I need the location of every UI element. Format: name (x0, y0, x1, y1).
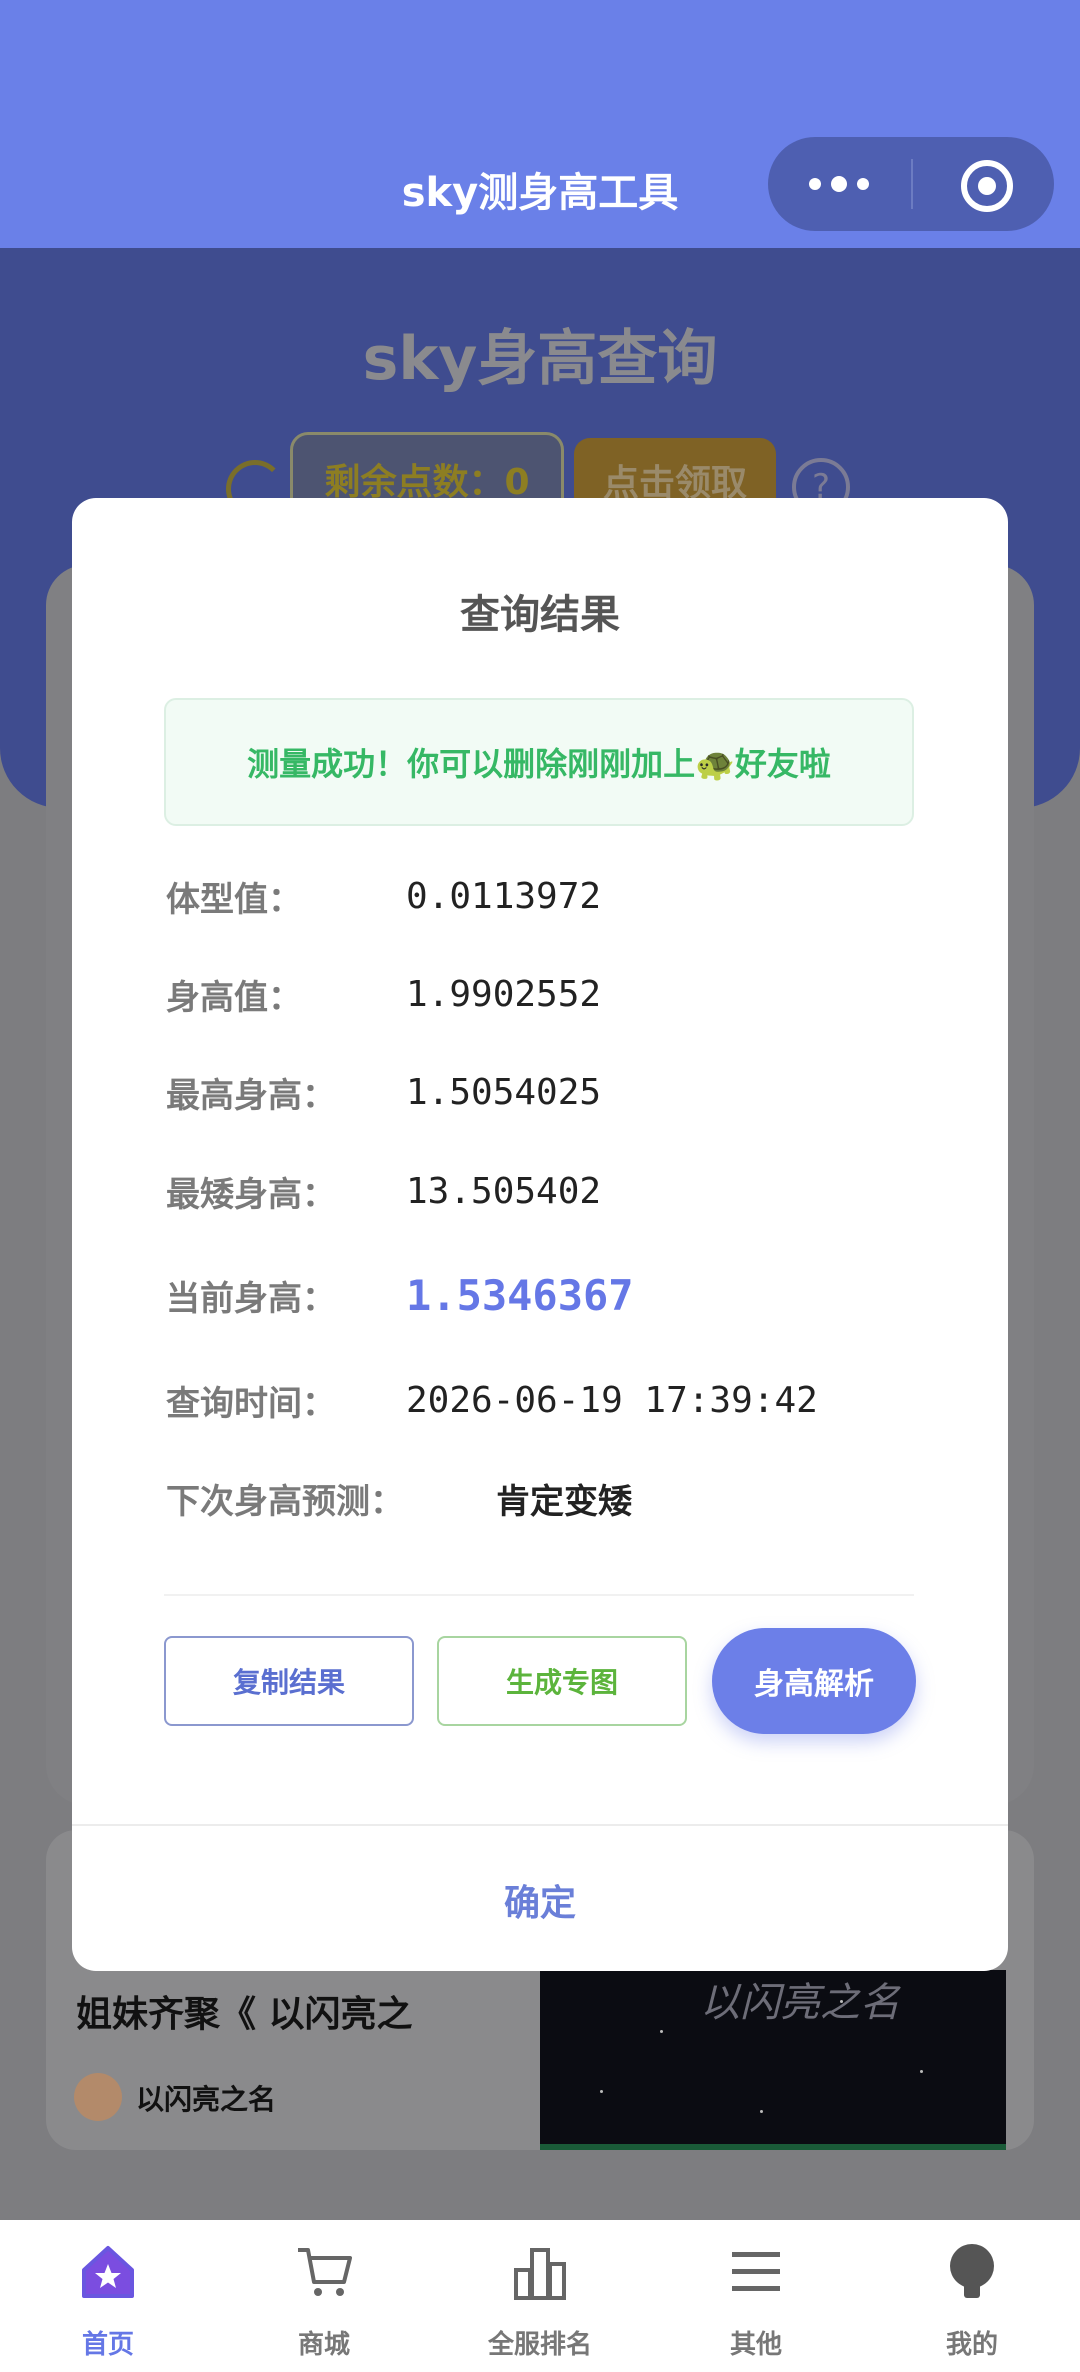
field-label: 下次身高预测： (166, 1481, 404, 1522)
height-analysis-button[interactable]: 身高解析 (712, 1628, 916, 1734)
field-value: 0.0113972 (406, 875, 602, 917)
field-label: 身高值： (166, 977, 302, 1018)
field-label: 体型值： (166, 879, 302, 920)
field-row: 最高身高： 1.5054025 (166, 1062, 601, 1122)
miniprogram-capsule (768, 137, 1054, 231)
thumbnail-text: 以闪亮之名 (700, 1980, 900, 2026)
tab-other[interactable]: 其他 (648, 2220, 864, 2372)
avatar (74, 2073, 122, 2121)
field-row: 当前身高： 1.5346367 (166, 1265, 634, 1325)
top-nav-bar: sky测身高工具 (0, 0, 1080, 248)
current-height-value: 1.5346367 (406, 1270, 634, 1320)
dialog-title: 查询结果 (460, 592, 620, 638)
tab-label: 首页 (81, 2330, 134, 2360)
field-row: 身高值： 1.9902552 (166, 964, 601, 1024)
query-result-dialog: 查询结果 测量成功！你可以删除刚刚加上🐢好友啦 体型值： 0.0113972 身… (72, 498, 1008, 1971)
capsule-divider (911, 159, 913, 209)
close-target-icon[interactable] (961, 160, 1013, 212)
feed-title: 姐妹齐聚《 以闪亮之 (76, 1994, 413, 2035)
field-label: 最矮身高： (166, 1174, 336, 1215)
prediction-value: 肯定变矮 (496, 1481, 632, 1522)
confirm-button[interactable]: 确定 (72, 1824, 1008, 1971)
feed-author: 以闪亮之名 (136, 2083, 277, 2116)
field-value: 1.9902552 (406, 973, 602, 1015)
copy-result-button[interactable]: 复制结果 (164, 1636, 414, 1726)
bar-chart-icon (514, 2248, 566, 2300)
field-row: 体型值： 0.0113972 (166, 866, 601, 926)
tab-ranking[interactable]: 全服排名 (432, 2220, 648, 2372)
query-time-value: 2026-06-19 17:39:42 (406, 1379, 818, 1421)
menu-icon (732, 2252, 780, 2291)
field-value: 1.5054025 (406, 1071, 602, 1113)
divider (164, 1594, 914, 1596)
tab-profile[interactable]: 我的 (864, 2220, 1080, 2372)
tab-label: 全服排名 (487, 2330, 592, 2360)
more-options-icon[interactable] (768, 137, 910, 231)
field-label: 最高身高： (166, 1075, 336, 1116)
generate-image-button[interactable]: 生成专图 (437, 1636, 687, 1726)
field-row: 查询时间： 2026-06-19 17:39:42 (166, 1370, 818, 1430)
progress-line (540, 2144, 1006, 2150)
field-row: 最矮身高： 13.505402 (166, 1161, 601, 1221)
field-value: 13.505402 (406, 1170, 602, 1212)
tab-label: 其他 (729, 2330, 782, 2360)
success-message: 测量成功！你可以删除刚刚加上🐢好友啦 (164, 698, 914, 826)
tab-shop[interactable]: 商城 (216, 2220, 432, 2372)
tab-home[interactable]: 首页 (0, 2220, 216, 2372)
tab-label: 我的 (945, 2330, 998, 2360)
field-label: 查询时间： (166, 1383, 336, 1424)
field-label: 当前身高： (166, 1278, 336, 1319)
page-title: sky身高查询 (362, 324, 718, 394)
field-row: 下次身高预测： 肯定变矮 (166, 1468, 632, 1528)
profile-icon (950, 2244, 994, 2298)
cart-icon (298, 2248, 352, 2296)
home-star-icon (82, 2246, 134, 2298)
feed-thumbnail: 以闪亮之名 (540, 1970, 1006, 2150)
bottom-tab-bar: 首页 商城 全服排名 其他 我的 (0, 2220, 1080, 2372)
tab-label: 商城 (297, 2330, 350, 2360)
